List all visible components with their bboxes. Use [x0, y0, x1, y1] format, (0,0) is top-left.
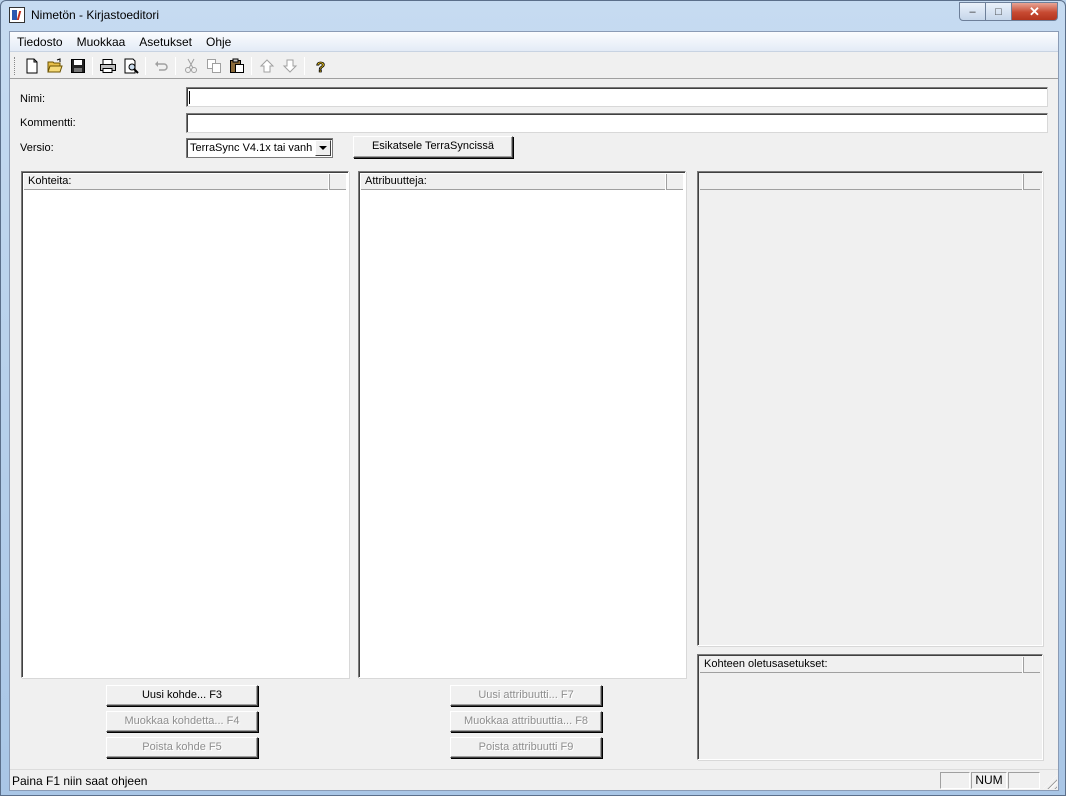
status-pane-num: NUM: [971, 772, 1007, 789]
minimize-button[interactable]: –: [959, 2, 986, 21]
version-select-value: TerraSync V4.1x tai vanhempi: [190, 142, 312, 154]
maximize-icon: □: [995, 5, 1002, 18]
name-label: Nimi:: [20, 93, 46, 105]
print-icon: [99, 58, 116, 73]
undo-button[interactable]: [149, 55, 172, 77]
new-feature-button[interactable]: Uusi kohde... F3: [106, 685, 258, 706]
comment-input[interactable]: [186, 113, 1048, 133]
copy-icon: [206, 58, 221, 73]
attributes-list[interactable]: Attribuutteja:: [358, 171, 686, 678]
properties-panel[interactable]: [697, 171, 1043, 646]
name-input[interactable]: [186, 87, 1048, 107]
feature-defaults-panel[interactable]: Kohteen oletusasetukset:: [697, 654, 1043, 760]
version-label: Versio:: [20, 142, 54, 154]
feature-defaults-header: Kohteen oletusasetukset:: [700, 657, 1040, 673]
attributes-column-header[interactable]: Attribuutteja:: [361, 174, 667, 190]
edit-feature-button[interactable]: Muokkaa kohdetta... F4: [106, 711, 258, 732]
help-icon: ?: [315, 58, 325, 74]
minimize-icon: –: [969, 5, 976, 18]
properties-column-header[interactable]: [700, 174, 1024, 190]
app-icon[interactable]: [9, 7, 25, 23]
toolbar-separator: [175, 56, 176, 75]
copy-button[interactable]: [202, 55, 225, 77]
print-button[interactable]: [96, 55, 119, 77]
title-bar[interactable]: Nimetön - Kirjastoeditori – □ ✕: [1, 1, 1065, 31]
paste-button[interactable]: [225, 55, 248, 77]
features-column-header[interactable]: Kohteita:: [24, 174, 330, 190]
toolbar-separator: [304, 56, 305, 75]
move-down-button[interactable]: [278, 55, 301, 77]
open-button[interactable]: [43, 55, 66, 77]
edit-attribute-button[interactable]: Muokkaa attribuuttia... F8: [450, 711, 602, 732]
comment-label: Kommentti:: [20, 117, 76, 129]
client-area: Tiedosto Muokkaa Asetukset Ohje ? Nimi: …: [9, 31, 1059, 791]
features-list-header: Kohteita:: [24, 174, 346, 190]
window-title: Nimetön - Kirjastoeditori: [31, 8, 160, 22]
chevron-down-icon[interactable]: [315, 140, 331, 156]
help-button[interactable]: ?: [308, 55, 331, 77]
move-up-button[interactable]: [255, 55, 278, 77]
menu-muokkaa[interactable]: Muokkaa: [70, 32, 133, 52]
properties-panel-header: [700, 174, 1040, 190]
attributes-list-header: Attribuutteja:: [361, 174, 683, 190]
cut-icon: [184, 58, 197, 73]
new-button[interactable]: [20, 55, 43, 77]
app-window: Nimetön - Kirjastoeditori – □ ✕ Tiedosto…: [0, 0, 1066, 796]
toolbar-separator: [92, 56, 93, 75]
print-preview-button[interactable]: [119, 55, 142, 77]
open-folder-icon: [46, 57, 63, 72]
undo-icon: [154, 60, 168, 71]
cut-button[interactable]: [179, 55, 202, 77]
print-preview-icon: [124, 58, 139, 74]
toolbar-grip[interactable]: [14, 56, 16, 75]
delete-feature-button[interactable]: Poista kohde F5: [106, 737, 258, 758]
toolbar-separator: [145, 56, 146, 75]
preview-terrasync-button[interactable]: Esikatsele TerraSyncissä: [353, 136, 513, 158]
status-bar: Paina F1 niin saat ohjeen NUM: [10, 769, 1058, 790]
menu-bar: Tiedosto Muokkaa Asetukset Ohje: [10, 32, 1058, 52]
close-button[interactable]: ✕: [1012, 2, 1058, 21]
toolbar: ?: [10, 53, 1058, 79]
text-caret: [189, 91, 190, 104]
close-icon: ✕: [1029, 3, 1040, 19]
save-button[interactable]: [66, 55, 89, 77]
status-pane-scroll: [1008, 772, 1040, 789]
save-icon: [70, 58, 85, 73]
resize-grip-icon[interactable]: [1043, 775, 1057, 789]
maximize-button[interactable]: □: [986, 2, 1012, 21]
menu-asetukset[interactable]: Asetukset: [132, 32, 199, 52]
move-down-icon: [282, 59, 297, 73]
menu-tiedosto[interactable]: Tiedosto: [10, 32, 70, 52]
new-document-icon: [26, 58, 37, 73]
new-attribute-button[interactable]: Uusi attribuutti... F7: [450, 685, 602, 706]
feature-defaults-column-header[interactable]: Kohteen oletusasetukset:: [700, 657, 1024, 673]
svg-text:?: ?: [316, 59, 325, 74]
paste-icon: [229, 58, 244, 73]
move-up-icon: [259, 58, 274, 72]
version-select[interactable]: TerraSync V4.1x tai vanhempi: [186, 138, 333, 158]
delete-attribute-button[interactable]: Poista attribuutti F9: [450, 737, 602, 758]
menu-ohje[interactable]: Ohje: [199, 32, 238, 52]
status-text: Paina F1 niin saat ohjeen: [12, 774, 148, 788]
status-pane-caps: [940, 772, 970, 789]
toolbar-separator: [251, 56, 252, 75]
features-list[interactable]: Kohteita:: [21, 171, 349, 678]
